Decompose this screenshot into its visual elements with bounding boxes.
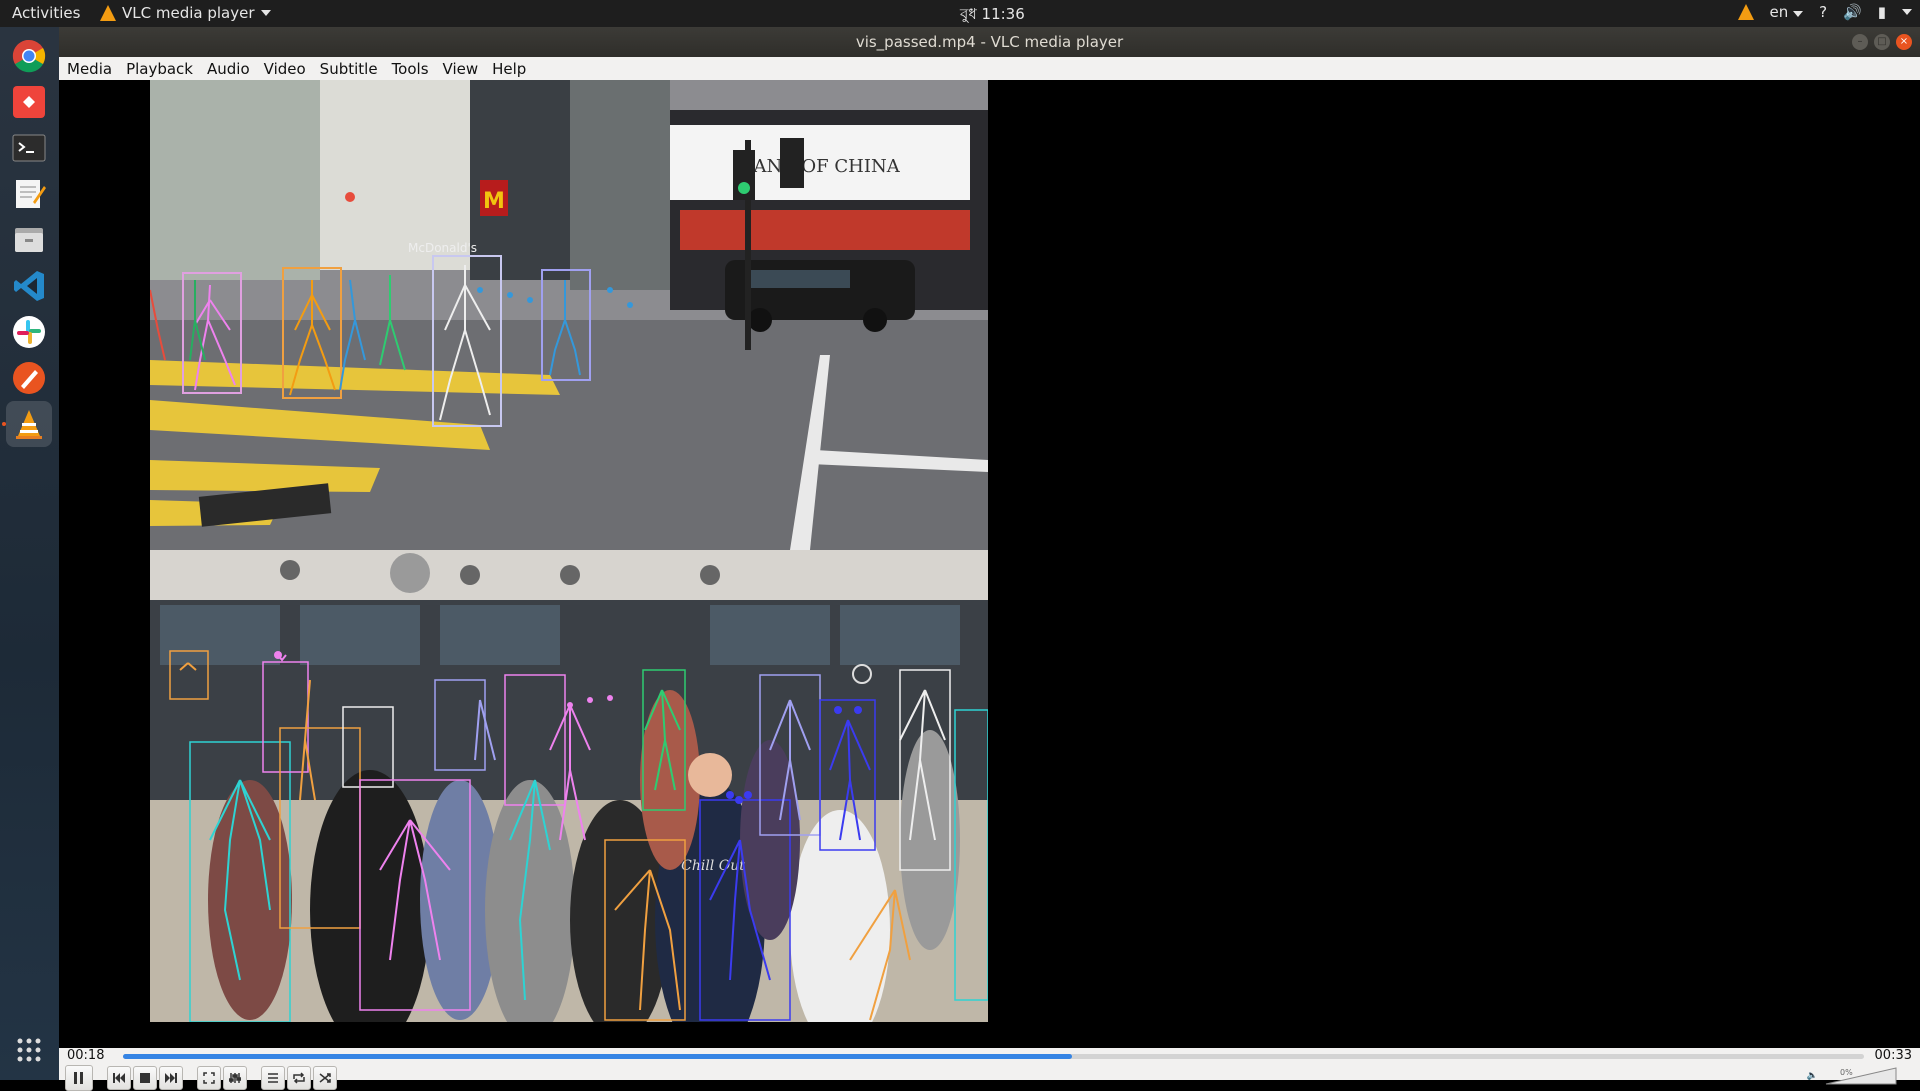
volume-icon[interactable]: 🔊 (1843, 3, 1862, 21)
menu-bar: Media Playback Audio Video Subtitle Tool… (59, 57, 1920, 80)
loop-button[interactable] (287, 1066, 311, 1090)
extended-settings-button[interactable] (223, 1066, 247, 1090)
mcdonalds-sign: McDonald's (408, 241, 477, 255)
app-menu-label: VLC media player (122, 4, 255, 22)
seek-bar[interactable] (123, 1054, 1864, 1059)
menu-help[interactable]: Help (492, 60, 526, 78)
vlc-icon (100, 5, 116, 21)
equalizer-icon (229, 1073, 241, 1083)
next-icon (165, 1073, 177, 1083)
chevron-down-icon (260, 10, 271, 16)
menu-tools[interactable]: Tools (392, 60, 429, 78)
next-button[interactable] (159, 1066, 183, 1090)
activities-button[interactable]: Activities (12, 4, 80, 22)
running-indicator (2, 422, 6, 426)
menu-playback[interactable]: Playback (126, 60, 193, 78)
timeline: 00:18 00:33 (59, 1048, 1920, 1063)
clock[interactable]: বুধ 11:36 (960, 3, 1025, 28)
current-time: 00:18 (67, 1048, 105, 1063)
svg-text:M: M (483, 189, 505, 214)
chrome-icon[interactable] (6, 33, 52, 79)
files-icon[interactable] (6, 217, 52, 263)
app-menu[interactable]: VLC media player (100, 4, 271, 22)
volume-slider[interactable]: 0% (1824, 1066, 1900, 1086)
shirt-text: Chill Out (681, 858, 745, 874)
menu-video[interactable]: Video (264, 60, 306, 78)
pause-icon (74, 1072, 83, 1084)
menu-media[interactable]: Media (67, 60, 112, 78)
show-applications-icon[interactable] (6, 1027, 52, 1073)
menu-audio[interactable]: Audio (207, 60, 250, 78)
stop-icon (140, 1073, 150, 1083)
top-bar: Activities VLC media player বুধ 11:36 en… (0, 0, 1920, 27)
menu-view[interactable]: View (443, 60, 479, 78)
vlc-window: vis_passed.mp4 - VLC media player – □ × … (59, 27, 1920, 1091)
anydesk-icon[interactable] (6, 79, 52, 125)
system-menu-icon[interactable] (1902, 9, 1912, 15)
language-indicator[interactable]: en (1770, 3, 1804, 21)
minimize-button[interactable]: – (1852, 34, 1868, 50)
dock (0, 27, 59, 1080)
help-icon[interactable]: ? (1819, 3, 1827, 21)
video-area[interactable]: BANK OF CHINA M McDonald's Chill Out (59, 80, 1920, 1048)
menu-subtitle[interactable]: Subtitle (320, 60, 378, 78)
shuffle-button[interactable] (313, 1066, 337, 1090)
vlc-tray-icon[interactable] (1737, 4, 1754, 20)
playlist-icon (268, 1073, 278, 1083)
video-frame: BANK OF CHINA M McDonald's Chill Out (150, 80, 988, 1022)
previous-button[interactable] (107, 1066, 131, 1090)
vscode-icon[interactable] (6, 263, 52, 309)
volume-label: 0% (1840, 1068, 1853, 1077)
seek-bar-fill (123, 1054, 1072, 1059)
language-label: en (1769, 3, 1789, 21)
volume-control[interactable]: 🔈 0% (1807, 1066, 1900, 1086)
slack-icon[interactable] (6, 309, 52, 355)
fullscreen-icon (203, 1072, 215, 1084)
system-tray[interactable]: en ? 🔊 ▮ (1737, 3, 1912, 21)
bank-sign: BANK OF CHINA (740, 156, 900, 177)
chevron-down-icon (1793, 11, 1804, 17)
loop-icon (293, 1072, 305, 1084)
playback-controls: 00:18 00:33 🔈 0% (59, 1048, 1920, 1091)
terminal-icon[interactable] (6, 125, 52, 171)
text-editor-icon[interactable] (6, 171, 52, 217)
close-button[interactable]: × (1896, 34, 1912, 50)
window-title: vis_passed.mp4 - VLC media player (855, 33, 1124, 51)
window-titlebar[interactable]: vis_passed.mp4 - VLC media player – □ × (59, 27, 1920, 57)
stop-button[interactable] (133, 1066, 157, 1090)
control-buttons (59, 1065, 337, 1091)
shuffle-icon (319, 1073, 331, 1083)
total-time[interactable]: 00:33 (1875, 1048, 1912, 1063)
fullscreen-button[interactable] (197, 1066, 221, 1090)
pause-button[interactable] (65, 1065, 93, 1091)
battery-icon[interactable]: ▮ (1878, 3, 1886, 21)
vlc-icon[interactable] (6, 401, 52, 447)
playlist-button[interactable] (261, 1066, 285, 1090)
maximize-button[interactable]: □ (1874, 34, 1890, 50)
inkscape-icon[interactable] (6, 355, 52, 401)
previous-icon (113, 1073, 125, 1083)
